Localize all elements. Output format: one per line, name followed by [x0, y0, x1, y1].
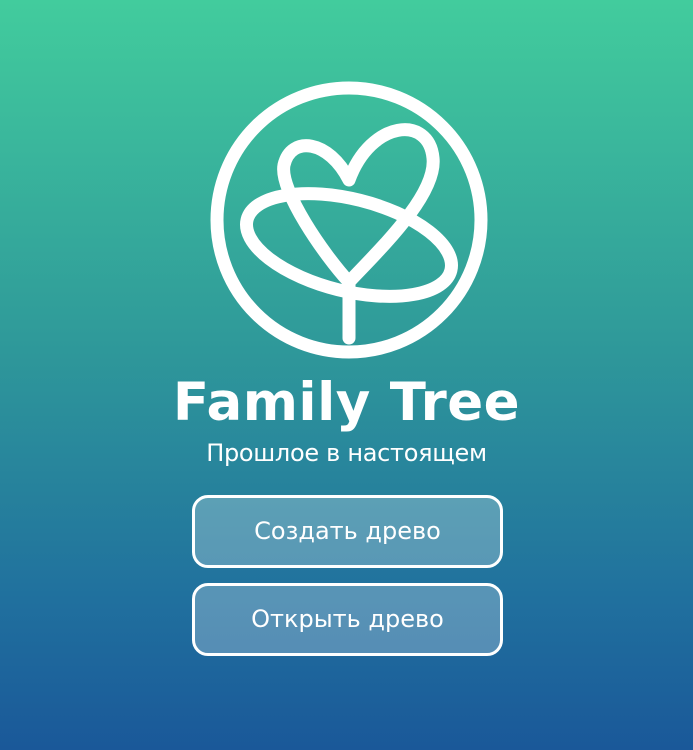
app-subtitle: Прошлое в настоящем: [206, 439, 487, 467]
create-tree-button[interactable]: Создать древо: [192, 495, 503, 568]
open-tree-button[interactable]: Открыть древо: [192, 583, 503, 656]
family-tree-logo-icon: [210, 81, 488, 359]
app-title: Family Tree: [172, 372, 521, 433]
splash-screen: Family Tree Прошлое в настоящем Создать …: [0, 0, 693, 750]
